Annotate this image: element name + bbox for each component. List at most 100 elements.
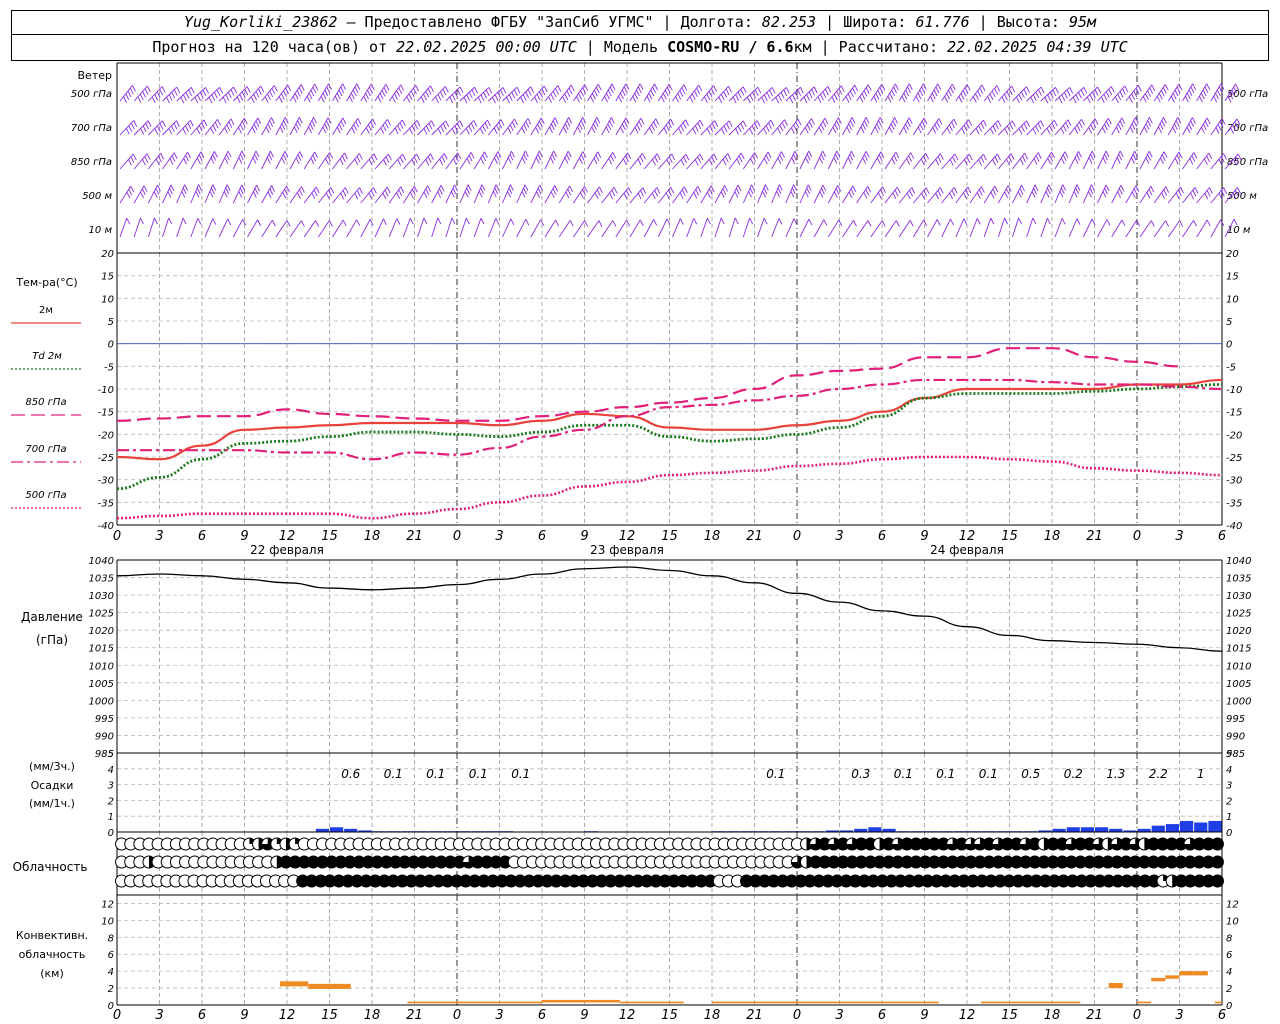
wind-barb-feather (416, 120, 421, 127)
conv-ytick-right: 12 (1226, 899, 1239, 910)
wind-barb (1139, 220, 1155, 238)
wind-barb-feather (167, 191, 172, 198)
wind-barb-shaft (218, 118, 232, 136)
wind-barb-feather (185, 92, 190, 99)
wind-barb-feather (595, 86, 600, 94)
wind-barb-feather (949, 159, 954, 166)
wind-barb (119, 85, 136, 103)
pres-ytick-left: 995 (95, 714, 114, 725)
wind-barb (587, 186, 603, 204)
wind-barb-feather (437, 217, 442, 225)
wind-barb-feather (681, 189, 686, 196)
wind-barb-shaft (1196, 219, 1208, 238)
wind-barb (672, 186, 688, 204)
wind-barb-feather (850, 150, 855, 158)
wind-barb-shaft (1054, 119, 1069, 136)
wind-barb-feather (889, 92, 894, 100)
wind-barb (615, 152, 632, 170)
wind-barb-feather (995, 122, 999, 130)
wind-barb (629, 117, 645, 136)
wind-barb-feather (182, 128, 187, 135)
wind-barb-shaft (728, 152, 742, 170)
wind-barb-feather (892, 120, 897, 127)
wind-barb (346, 187, 363, 204)
wind-barb (204, 119, 221, 136)
wind-barb-feather (264, 96, 269, 103)
wind-barb (558, 117, 573, 136)
wind-barb (487, 119, 505, 136)
wind-barb-shaft (148, 120, 163, 136)
wind-barb-shaft (317, 152, 330, 170)
wind-barb-feather (154, 128, 159, 135)
wind-barb-shaft (657, 218, 668, 238)
wind-barb (743, 120, 761, 136)
wind-barb-feather (420, 96, 425, 103)
bottom-hour-label: 18 (1044, 1008, 1061, 1023)
wind-barb (927, 118, 943, 136)
wind-barb-feather (694, 90, 698, 98)
wind-barb-feather (1062, 184, 1067, 191)
wind-barb-feather (293, 126, 298, 134)
wind-barb-feather (683, 84, 688, 91)
wind-barb-feather (678, 127, 682, 135)
wind-barb (374, 218, 387, 238)
wind-barb-feather (851, 117, 856, 124)
wind-barb-shaft (1012, 120, 1027, 136)
wind-barb-feather (665, 192, 670, 200)
wind-barb-feather (1121, 219, 1126, 227)
wind-barb-feather (806, 154, 811, 161)
wind-barb-shaft (360, 83, 372, 102)
wind-barb-feather (980, 122, 985, 130)
wind-barb-feather (797, 118, 802, 126)
wind-barb-feather (762, 191, 766, 198)
wind-barb-shaft (941, 83, 953, 102)
wind-barb-feather (609, 192, 614, 200)
prec-ytick-right: 3 (1226, 781, 1232, 792)
wind-barb-feather (679, 192, 684, 199)
wind-barb-feather (1150, 220, 1155, 227)
pres-ytick-left: 1000 (89, 696, 114, 707)
wind-barb-feather (312, 86, 317, 94)
wind-barb-shaft (473, 151, 485, 170)
wind-barb-shaft (346, 219, 358, 238)
wind-barb-feather (384, 122, 389, 129)
wind-barb-feather (654, 190, 658, 197)
wind-barb-feather (310, 157, 315, 165)
temp-hour-label: 9 (580, 529, 588, 544)
wind-barb (317, 152, 333, 170)
wind-barb-feather (468, 155, 473, 162)
wind-barb-feather (132, 85, 136, 92)
wind-barb-feather (909, 190, 913, 197)
cloud-fill (1211, 838, 1224, 850)
wind-barb (190, 184, 202, 204)
wind-barb-feather (487, 119, 491, 127)
wind-barb-feather (400, 84, 405, 91)
temp-ytick-left: 15 (101, 272, 114, 283)
wind-barb-shaft (799, 218, 810, 238)
wind-barb-shaft (700, 185, 712, 204)
wind-barb (360, 219, 374, 238)
wind-barb-shaft (997, 185, 1009, 204)
pres-ytick-left: 1005 (89, 679, 114, 690)
wind-barb (997, 185, 1012, 204)
wind-barb-shaft (1111, 85, 1126, 102)
wind-barb (176, 120, 194, 136)
wind-barb-shaft (317, 117, 329, 136)
wind-barb-feather (621, 89, 626, 97)
bottom-hour-label: 6 (1218, 1008, 1226, 1023)
conv-ytick-right: 10 (1226, 916, 1239, 927)
wind-barb-feather (428, 123, 433, 130)
wind-barb-feather (1192, 190, 1197, 197)
precip-total: 0.1 (936, 767, 955, 781)
wind-barb-shaft (332, 152, 345, 170)
wind-barb (601, 83, 616, 103)
bottom-hour-label: 12 (959, 1008, 976, 1023)
bottom-hour-label: 3 (1175, 1008, 1183, 1023)
wind-barb-shaft (1153, 117, 1164, 136)
wind-barb-feather (415, 85, 420, 92)
temp-ytick-left: -35 (98, 498, 114, 509)
wind-barb-feather (306, 96, 311, 103)
wind-barb (997, 85, 1016, 104)
wind-barb-feather (827, 86, 832, 93)
wind-barb-shaft (133, 185, 145, 204)
